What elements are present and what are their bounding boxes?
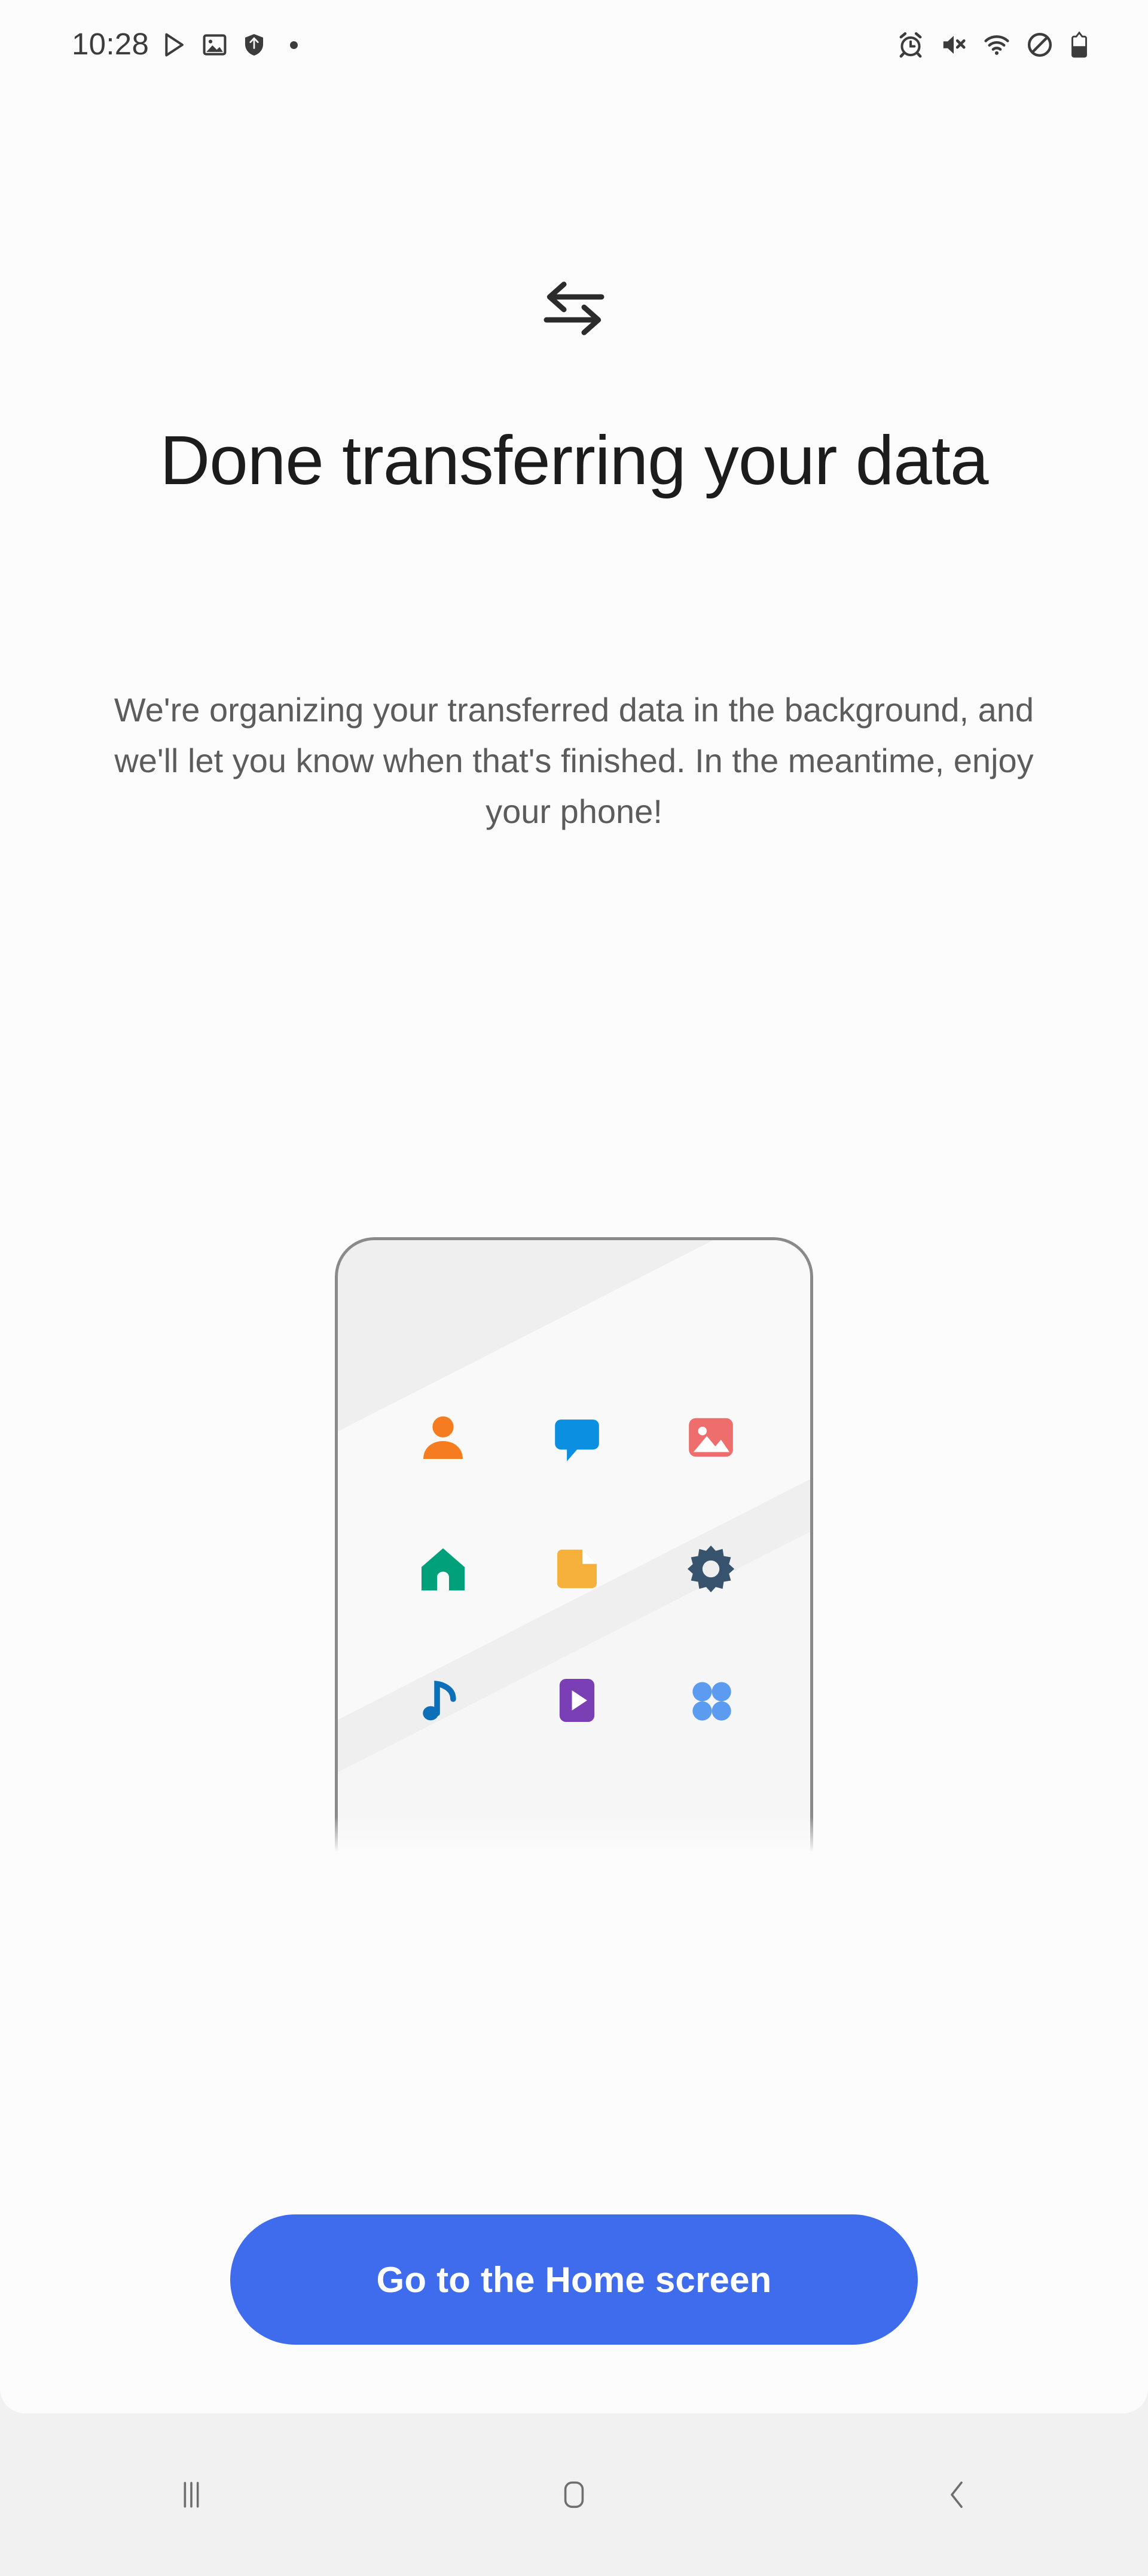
content-card xyxy=(0,0,1148,2413)
messages-icon xyxy=(545,1405,609,1470)
phone-outline xyxy=(335,1237,813,1853)
status-bar-clock: 10:28 xyxy=(72,27,149,61)
recents-button[interactable] xyxy=(102,2413,281,2576)
settings-icon xyxy=(679,1537,743,1601)
home-icon xyxy=(411,1537,475,1601)
contacts-icon xyxy=(411,1405,475,1470)
shield-icon xyxy=(245,34,264,56)
notification-dot-icon xyxy=(290,41,298,49)
system-navigation-bar xyxy=(0,2413,1148,2576)
phone-screen: 10:28 Done transferring your data We're … xyxy=(0,0,1148,2576)
music-icon xyxy=(411,1668,475,1733)
recents-icon xyxy=(184,2482,199,2508)
go-to-home-screen-button[interactable]: Go to the Home screen xyxy=(230,2214,918,2345)
apps-grid-icon xyxy=(679,1668,743,1733)
app-icon-grid xyxy=(338,1240,810,1853)
video-icon xyxy=(545,1668,609,1733)
home-square-icon xyxy=(564,2481,584,2508)
mute-icon xyxy=(943,36,966,54)
play-store-icon xyxy=(165,33,184,57)
status-bar-left: 10:28 xyxy=(72,29,298,61)
back-button[interactable] xyxy=(867,2413,1046,2576)
transfer-arrows-icon xyxy=(544,282,604,335)
chevron-left-icon xyxy=(951,2481,963,2508)
gallery-notification-icon xyxy=(203,34,227,56)
page-title: Done transferring your data xyxy=(160,421,988,499)
wifi-icon xyxy=(984,35,1009,55)
hero-icon-wrapper xyxy=(0,280,1148,337)
status-bar: 10:28 xyxy=(0,0,1148,90)
status-bar-right xyxy=(897,31,1112,59)
do-not-disturb-icon xyxy=(1027,32,1052,57)
home-button[interactable] xyxy=(484,2413,664,2576)
document-icon xyxy=(545,1537,609,1601)
gallery-icon xyxy=(679,1405,743,1470)
battery-icon xyxy=(1071,31,1087,58)
phone-with-apps-illustration xyxy=(335,1237,813,1853)
page-subtitle: We're organizing your transferred data i… xyxy=(114,691,1034,831)
alarm-icon xyxy=(899,32,922,58)
